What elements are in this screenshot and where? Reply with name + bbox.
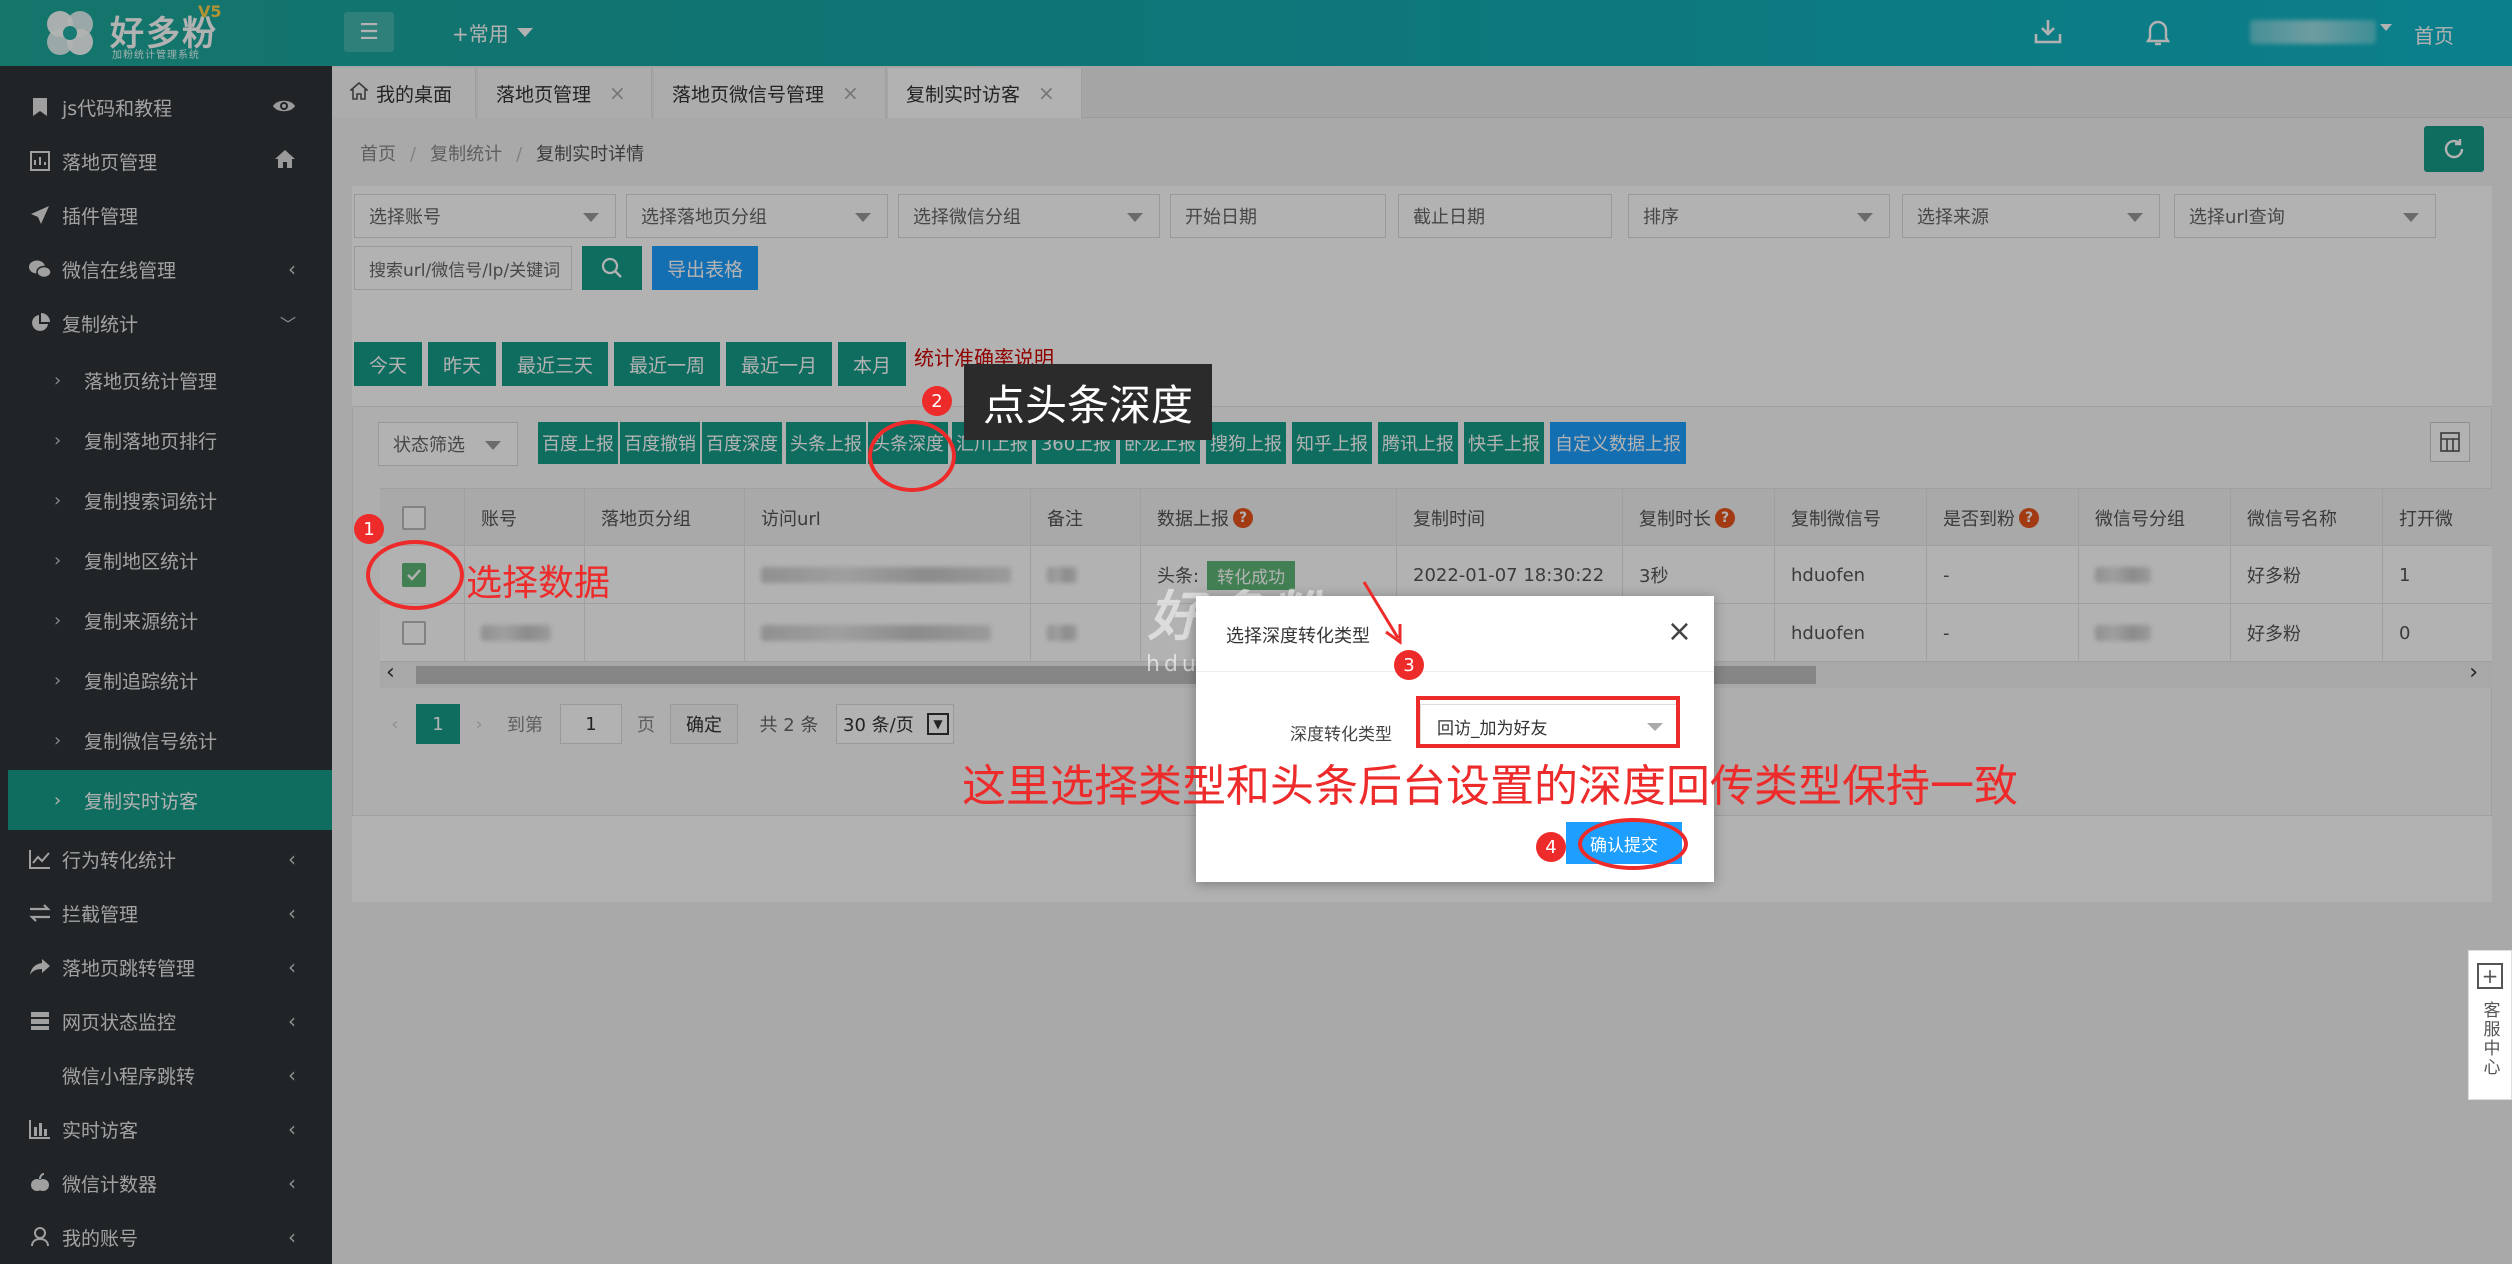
step-badge-1: 1 xyxy=(354,514,384,544)
plus-icon: + xyxy=(2477,963,2503,989)
annotation-click-toutiao-deep: 点头条深度 xyxy=(964,364,1212,440)
annotation-ring xyxy=(1578,818,1688,870)
annotation-instruction: 这里选择类型和头条后台设置的深度回传类型保持一致 xyxy=(962,761,2018,812)
dialog-header: 选择深度转化类型 × xyxy=(1196,596,1714,672)
annotation-select-data: 选择数据 xyxy=(466,563,611,604)
annotation-arrow xyxy=(1362,581,1402,645)
annotation-rect xyxy=(1416,696,1680,748)
step-badge-4: 4 xyxy=(1536,832,1566,862)
step-badge-2: 2 xyxy=(922,386,952,416)
customer-service-label: 客服中心 xyxy=(2479,1001,2500,1077)
close-icon[interactable]: × xyxy=(1667,614,1692,649)
annotation-ring xyxy=(366,540,464,610)
customer-service-float[interactable]: + 客服中心 xyxy=(2468,950,2512,1100)
conversion-type-label: 深度转化类型 xyxy=(1290,725,1392,745)
step-badge-3: 3 xyxy=(1394,650,1424,680)
dialog-title: 选择深度转化类型 xyxy=(1226,626,1370,647)
annotation-ring xyxy=(868,420,956,492)
